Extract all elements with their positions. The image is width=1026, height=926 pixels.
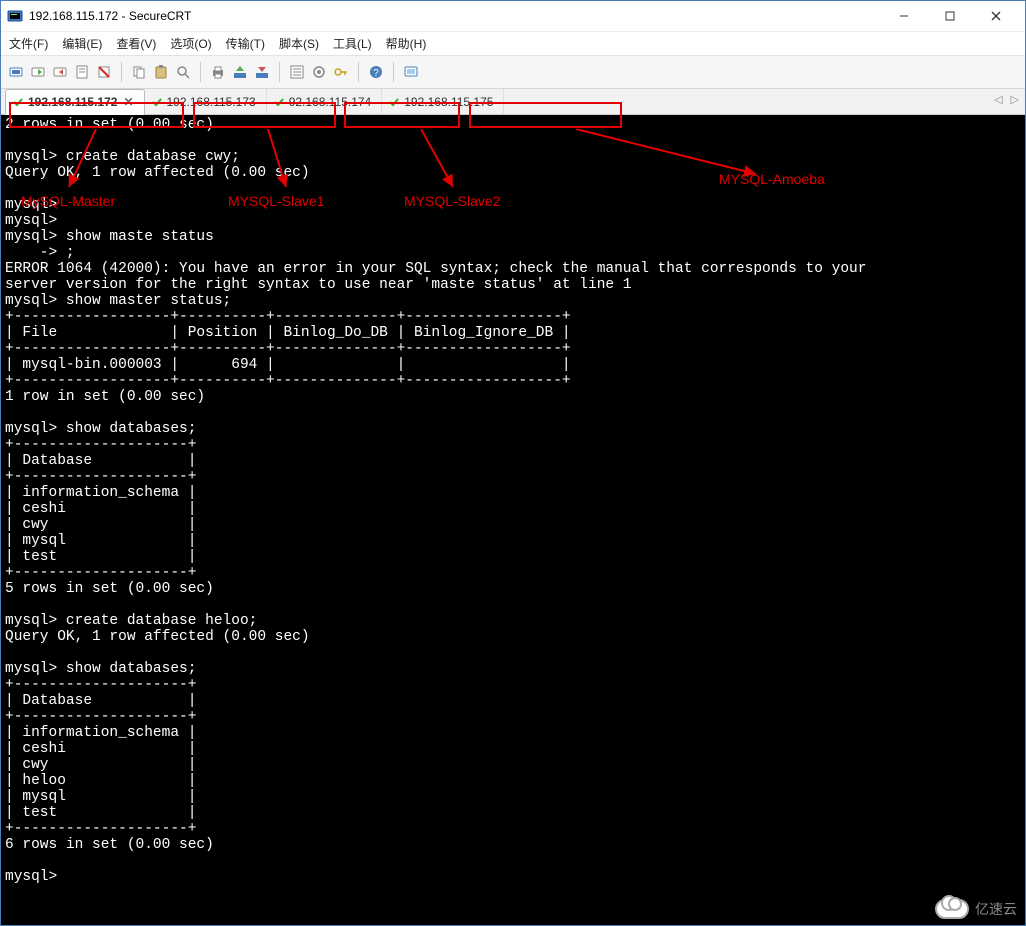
key-icon[interactable] bbox=[332, 63, 350, 81]
copy-icon[interactable] bbox=[130, 63, 148, 81]
connect-icon[interactable] bbox=[7, 63, 25, 81]
window-title: 192.168.115.172 - SecureCRT bbox=[29, 9, 881, 23]
reconnect-icon[interactable] bbox=[51, 63, 69, 81]
menu-option[interactable]: 选项(O) bbox=[170, 35, 211, 52]
menu-file[interactable]: 文件(F) bbox=[9, 35, 48, 52]
menu-bar: 文件(F) 编辑(E) 查看(V) 选项(O) 传输(T) 脚本(S) 工具(L… bbox=[1, 31, 1025, 55]
check-icon bbox=[273, 96, 285, 108]
tab-label: 192.168.115.175 bbox=[404, 95, 493, 109]
menu-help[interactable]: 帮助(H) bbox=[386, 35, 427, 52]
app-window: 192.168.115.172 - SecureCRT 文件(F) 编辑(E) … bbox=[0, 0, 1026, 926]
help-icon[interactable]: ? bbox=[367, 63, 385, 81]
tab-label: 92.168.115.174 bbox=[289, 95, 372, 109]
minimize-button[interactable] bbox=[881, 1, 927, 31]
check-icon bbox=[151, 96, 163, 108]
paste-icon[interactable] bbox=[152, 63, 170, 81]
title-bar: 192.168.115.172 - SecureCRT bbox=[1, 1, 1025, 31]
upload-icon[interactable] bbox=[231, 63, 249, 81]
session-tab-173[interactable]: 192.168.115.173 bbox=[145, 89, 267, 114]
toolbar-separator bbox=[121, 62, 122, 82]
window-controls bbox=[881, 1, 1019, 31]
maximize-button[interactable] bbox=[927, 1, 973, 31]
close-icon[interactable]: ✕ bbox=[123, 95, 133, 109]
close-button[interactable] bbox=[973, 1, 1019, 31]
session-tab-172[interactable]: 192.168.115.172 ✕ bbox=[5, 89, 145, 115]
app-icon bbox=[7, 8, 23, 24]
tab-nav-arrows: ◁ ▷ bbox=[994, 93, 1019, 106]
session-tab-174[interactable]: 92.168.115.174 bbox=[267, 89, 383, 114]
watermark-text: 亿速云 bbox=[975, 899, 1017, 919]
check-icon bbox=[12, 96, 24, 108]
options-icon[interactable] bbox=[288, 63, 306, 81]
toolbar-separator bbox=[393, 62, 394, 82]
tab-label: 192.168.115.172 bbox=[28, 95, 117, 109]
settings-icon[interactable] bbox=[310, 63, 328, 81]
toolbar: ? bbox=[1, 55, 1025, 89]
find-icon[interactable] bbox=[174, 63, 192, 81]
cloud-icon bbox=[935, 899, 969, 919]
screen-icon[interactable] bbox=[402, 63, 420, 81]
tab-nav-right-icon[interactable]: ▷ bbox=[1011, 93, 1019, 106]
toolbar-separator bbox=[279, 62, 280, 82]
menu-transfer[interactable]: 传输(T) bbox=[226, 35, 265, 52]
menu-view[interactable]: 查看(V) bbox=[116, 35, 156, 52]
toolbar-separator bbox=[358, 62, 359, 82]
watermark: 亿速云 bbox=[935, 899, 1017, 919]
quick-connect-icon[interactable] bbox=[29, 63, 47, 81]
check-icon bbox=[388, 96, 400, 108]
download-icon[interactable] bbox=[253, 63, 271, 81]
menu-tool[interactable]: 工具(L) bbox=[333, 35, 372, 52]
terminal-output[interactable]: 2 rows in set (0.00 sec) mysql> create d… bbox=[1, 115, 1025, 925]
svg-text:?: ? bbox=[373, 68, 379, 79]
tab-nav-left-icon[interactable]: ◁ bbox=[994, 93, 1002, 106]
session-tab-175[interactable]: 192.168.115.175 bbox=[382, 89, 504, 114]
tab-label: 192.168.115.173 bbox=[167, 95, 256, 109]
menu-script[interactable]: 脚本(S) bbox=[279, 35, 319, 52]
session-tabs: 192.168.115.172 ✕ 192.168.115.173 92.168… bbox=[1, 89, 1025, 115]
toolbar-separator bbox=[200, 62, 201, 82]
disconnect-icon[interactable] bbox=[95, 63, 113, 81]
menu-edit[interactable]: 编辑(E) bbox=[62, 35, 102, 52]
print-icon[interactable] bbox=[209, 63, 227, 81]
session-icon[interactable] bbox=[73, 63, 91, 81]
